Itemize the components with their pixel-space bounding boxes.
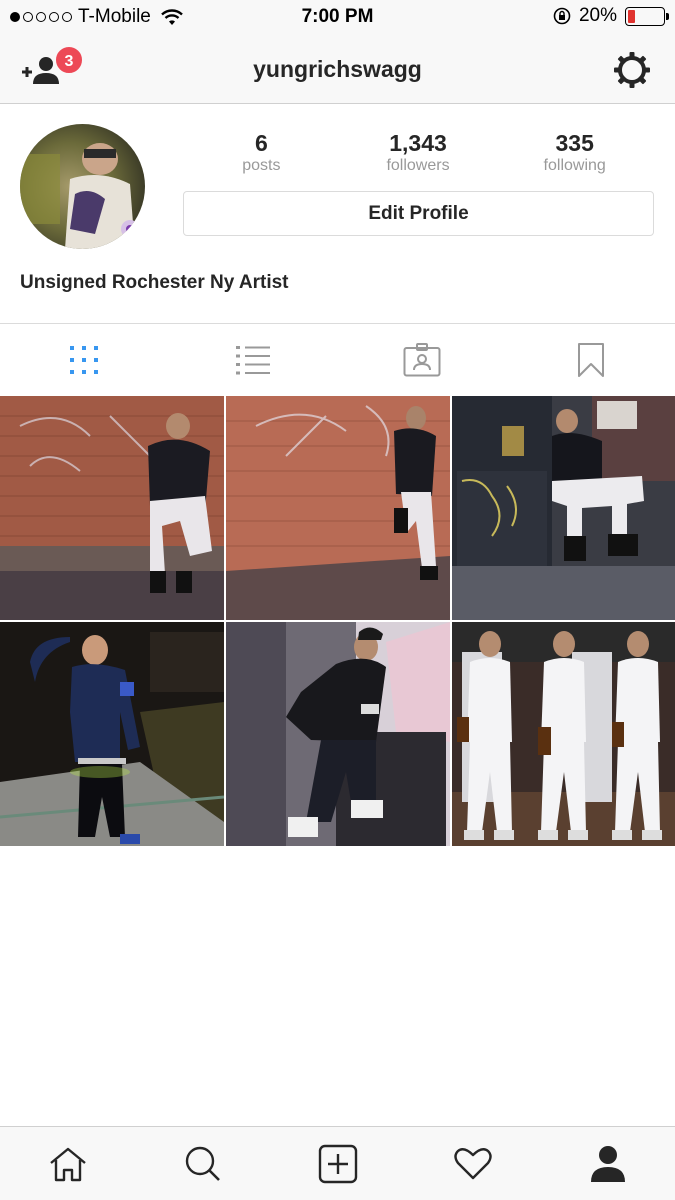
following-stat[interactable]: 335 following: [496, 130, 653, 176]
status-right: 20%: [553, 5, 669, 27]
followers-label: followers: [386, 157, 450, 174]
posts-stat[interactable]: 6 posts: [183, 130, 340, 176]
tab-list-view[interactable]: [169, 324, 338, 395]
tab-new-post[interactable]: [270, 1127, 405, 1200]
grid-icon: [70, 345, 99, 374]
rotation-lock-icon: [553, 7, 571, 25]
battery-percent: 20%: [578, 5, 617, 26]
following-label: following: [543, 157, 606, 174]
person-icon: [590, 1145, 625, 1182]
tab-tagged[interactable]: [338, 324, 507, 395]
tagged-photo-icon: [403, 342, 441, 376]
home-icon: [49, 1147, 86, 1181]
followers-count: 1,343: [389, 130, 447, 156]
post-thumbnail[interactable]: [452, 396, 675, 620]
battery-level: [628, 9, 635, 23]
post-thumbnail[interactable]: [226, 396, 450, 620]
post-grid: [0, 396, 675, 846]
profile-view-tabs: [0, 323, 675, 395]
nav-bar: 3 yungrichswagg: [0, 36, 675, 104]
tab-home[interactable]: [0, 1127, 135, 1200]
search-icon: [185, 1146, 220, 1181]
page-title: yungrichswagg: [253, 56, 422, 82]
bookmark-icon: [577, 342, 604, 377]
profile-bio: Unsigned Rochester Ny Artist: [20, 272, 289, 293]
posts-count: 6: [254, 130, 268, 156]
status-bar: T-Mobile 7:00 PM 20%: [0, 0, 675, 36]
post-thumbnail[interactable]: [0, 622, 224, 846]
followers-stat[interactable]: 1,343 followers: [340, 130, 497, 176]
tab-search[interactable]: [135, 1127, 270, 1200]
edit-profile-button[interactable]: Edit Profile: [183, 191, 654, 236]
profile-stats: 6 posts 1,343 followers 335 following: [183, 130, 653, 176]
posts-label: posts: [242, 157, 281, 174]
gear-icon[interactable]: [613, 51, 651, 89]
heart-icon: [453, 1147, 492, 1179]
following-count: 335: [555, 130, 594, 156]
tab-grid-view[interactable]: [0, 324, 169, 395]
battery-icon: [625, 6, 669, 26]
tab-activity[interactable]: [405, 1127, 540, 1200]
tab-saved[interactable]: [506, 324, 675, 395]
list-icon: [236, 345, 271, 374]
tab-profile[interactable]: [540, 1127, 675, 1200]
bottom-tab-bar: [0, 1126, 675, 1200]
post-thumbnail[interactable]: [452, 622, 675, 846]
avatar[interactable]: [20, 124, 145, 249]
post-thumbnail[interactable]: [0, 396, 224, 620]
post-thumbnail[interactable]: [226, 622, 450, 846]
plus-square-icon: [318, 1144, 357, 1183]
